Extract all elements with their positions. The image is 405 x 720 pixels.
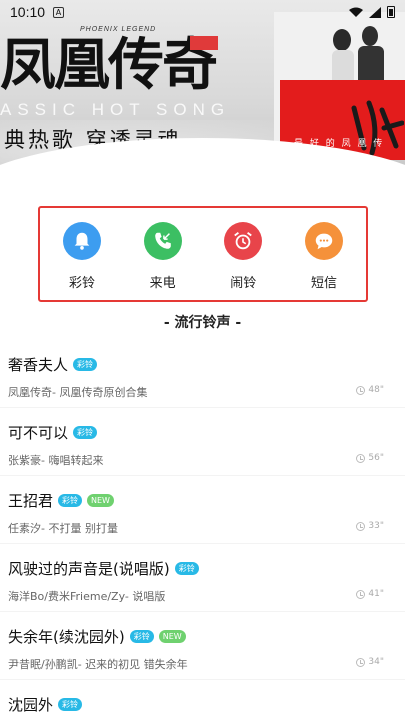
notification-icon: A bbox=[53, 6, 65, 18]
wifi-icon bbox=[349, 7, 363, 17]
song-title: 风驶过的声音是(说唱版) bbox=[8, 560, 170, 578]
bell-icon bbox=[63, 222, 101, 260]
banner-english-title: ASSIC HOT SONG bbox=[0, 100, 231, 119]
new-badge: NEW bbox=[87, 494, 114, 507]
clock-icon bbox=[356, 385, 366, 395]
song-duration: 34" bbox=[356, 657, 384, 667]
duration-value: 34" bbox=[368, 657, 384, 667]
phone-incoming-icon bbox=[143, 222, 182, 260]
song-title: 可不可以 bbox=[8, 424, 69, 442]
list-item[interactable]: 王招君 彩铃 NEW 任素汐- 不打量 别打量 33" bbox=[0, 476, 405, 544]
category-label: 闹铃 bbox=[230, 276, 257, 291]
category-naoling[interactable]: 闹铃 bbox=[213, 222, 273, 300]
song-subtitle: 尹昔眠/孙鹏凯- 迟来的初见 错失余年 bbox=[8, 658, 188, 671]
duration-value: 41" bbox=[368, 589, 384, 599]
banner-english-caption: PHOENIX LEGEND bbox=[80, 26, 157, 33]
song-duration: 56" bbox=[356, 453, 384, 463]
song-subtitle: 凤凰传奇- 凤凰传奇原创合集 bbox=[8, 386, 148, 399]
status-bar: 10:10 A bbox=[0, 0, 405, 24]
new-badge: NEW bbox=[158, 630, 186, 643]
album-calligraphy-strokes bbox=[351, 100, 404, 156]
song-duration: 33" bbox=[356, 521, 384, 531]
alarm-clock-icon bbox=[224, 222, 263, 260]
list-item[interactable]: 风驶过的声音是(说唱版) 彩铃 海洋Bo/费米Frieme/Zy- 说唱版 41… bbox=[0, 544, 405, 612]
song-duration: 48" bbox=[356, 385, 384, 395]
banner[interactable]: 凤凰传奇 PHOENIX LEGEND ASSIC HOT SONG 典热歌 穿… bbox=[0, 0, 405, 178]
list-item[interactable]: 沈园外 彩铃 bbox=[0, 680, 405, 720]
signal-icon bbox=[369, 6, 381, 18]
duration-value: 48" bbox=[368, 385, 384, 395]
cailing-badge: 彩铃 bbox=[58, 494, 83, 507]
category-label: 来电 bbox=[149, 276, 176, 291]
duration-value: 33" bbox=[368, 521, 384, 531]
duration-value: 56" bbox=[368, 453, 384, 463]
list-item[interactable]: 可不可以 彩铃 张紫豪- 嗨唱转起来 56" bbox=[0, 408, 405, 476]
clock-icon bbox=[356, 521, 366, 531]
song-duration: 41" bbox=[356, 589, 384, 599]
song-subtitle: 任素汐- 不打量 别打量 bbox=[8, 522, 118, 535]
cailing-badge: 彩铃 bbox=[73, 358, 98, 371]
category-cailing[interactable]: 彩铃 bbox=[52, 222, 112, 300]
clock-icon bbox=[356, 657, 366, 667]
album-cover: 最 好 的 凤 凰 传 bbox=[274, 12, 405, 160]
song-title: 沈园外 bbox=[8, 696, 54, 714]
list-item[interactable]: 失余年(续沈园外) 彩铃 NEW 尹昔眠/孙鹏凯- 迟来的初见 错失余年 34" bbox=[0, 612, 405, 680]
battery-icon bbox=[387, 6, 395, 18]
section-title: - 流行铃声 - bbox=[163, 315, 242, 331]
clock-icon bbox=[356, 453, 366, 463]
cailing-badge: 彩铃 bbox=[129, 630, 154, 643]
category-shortcuts: 彩铃 来电 闹铃 短信 bbox=[38, 206, 368, 302]
category-laidian[interactable]: 来电 bbox=[133, 222, 193, 300]
cailing-badge: 彩铃 bbox=[174, 562, 199, 575]
category-duanxin[interactable]: 短信 bbox=[294, 222, 354, 300]
clock-icon bbox=[356, 589, 366, 599]
category-label: 短信 bbox=[310, 276, 337, 291]
cailing-badge: 彩铃 bbox=[58, 698, 83, 711]
app-screen: 凤凰传奇 PHOENIX LEGEND ASSIC HOT SONG 典热歌 穿… bbox=[0, 0, 405, 720]
song-subtitle: 海洋Bo/费米Frieme/Zy- 说唱版 bbox=[8, 590, 166, 603]
song-title: 奢香夫人 bbox=[8, 356, 69, 374]
message-icon bbox=[304, 222, 343, 260]
banner-red-accent bbox=[190, 36, 218, 50]
song-title: 王招君 bbox=[8, 492, 54, 510]
song-title: 失余年(续沈园外) bbox=[8, 628, 125, 646]
category-label: 彩铃 bbox=[68, 276, 95, 291]
song-subtitle: 张紫豪- 嗨唱转起来 bbox=[8, 454, 104, 467]
cailing-badge: 彩铃 bbox=[73, 426, 98, 439]
list-item[interactable]: 奢香夫人 彩铃 凤凰传奇- 凤凰传奇原创合集 48" bbox=[0, 340, 405, 408]
status-time: 10:10 bbox=[10, 4, 46, 20]
ringtone-list: 奢香夫人 彩铃 凤凰传奇- 凤凰传奇原创合集 48" 可不可以 彩铃 张紫豪- … bbox=[0, 340, 405, 720]
